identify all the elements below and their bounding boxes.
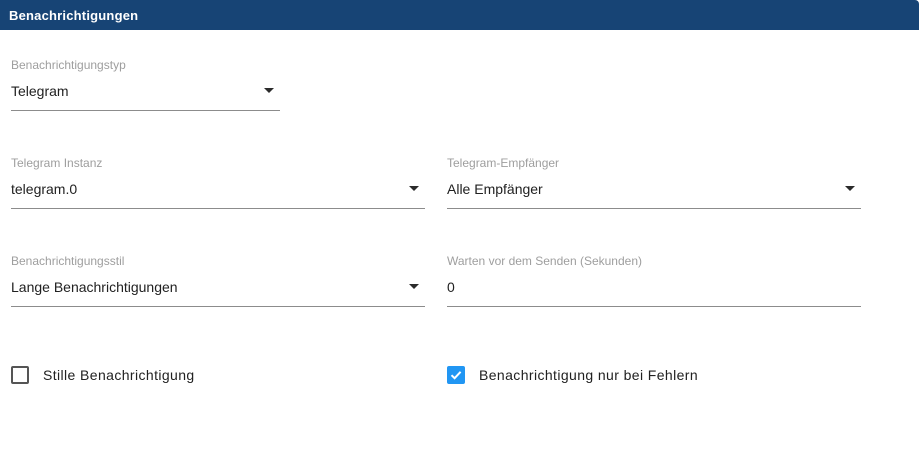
silent-notification-checkbox[interactable] xyxy=(11,366,29,384)
telegram-instance-value: telegram.0 xyxy=(11,181,78,197)
errors-only-checkbox-row[interactable]: Benachrichtigung nur bei Fehlern xyxy=(447,366,698,384)
errors-only-label: Benachrichtigung nur bei Fehlern xyxy=(479,367,699,383)
check-icon xyxy=(450,371,462,380)
silent-notification-label: Stille Benachrichtigung xyxy=(43,367,195,383)
arrow-drop-down-icon xyxy=(845,186,855,191)
telegram-recipient-dropdown[interactable]: Alle Empfänger xyxy=(447,178,861,209)
arrow-drop-down-icon xyxy=(409,284,419,289)
notification-type-dropdown[interactable]: Telegram xyxy=(11,80,280,111)
telegram-instance-select: Telegram Instanz telegram.0 xyxy=(11,156,425,213)
arrow-drop-down-icon xyxy=(409,186,419,191)
silent-notification-checkbox-row[interactable]: Stille Benachrichtigung xyxy=(11,366,195,384)
notification-type-label: Benachrichtigungstyp xyxy=(11,58,126,72)
wait-before-send-input[interactable]: 0 xyxy=(447,276,861,307)
telegram-recipient-label: Telegram-Empfänger xyxy=(447,156,560,170)
errors-only-checkbox[interactable] xyxy=(447,366,465,384)
wait-before-send-label: Warten vor dem Senden (Sekunden) xyxy=(447,254,642,268)
notification-style-dropdown[interactable]: Lange Benachrichtigungen xyxy=(11,276,425,307)
wait-before-send-field: Warten vor dem Senden (Sekunden) 0 xyxy=(447,254,861,311)
notification-style-select: Benachrichtigungsstil Lange Benachrichti… xyxy=(11,254,425,311)
arrow-drop-down-icon xyxy=(264,88,274,93)
notification-type-value: Telegram xyxy=(11,83,69,99)
section-header: Benachrichtigungen xyxy=(0,0,919,30)
section-title: Benachrichtigungen xyxy=(9,7,139,23)
notification-style-label: Benachrichtigungsstil xyxy=(11,254,125,268)
notification-type-select: Benachrichtigungstyp Telegram xyxy=(11,58,280,115)
telegram-instance-label: Telegram Instanz xyxy=(11,156,103,170)
notification-style-value: Lange Benachrichtigungen xyxy=(11,279,178,295)
telegram-recipient-select: Telegram-Empfänger Alle Empfänger xyxy=(447,156,861,213)
telegram-recipient-value: Alle Empfänger xyxy=(447,181,543,197)
wait-before-send-value: 0 xyxy=(447,279,455,295)
telegram-instance-dropdown[interactable]: telegram.0 xyxy=(11,178,425,209)
